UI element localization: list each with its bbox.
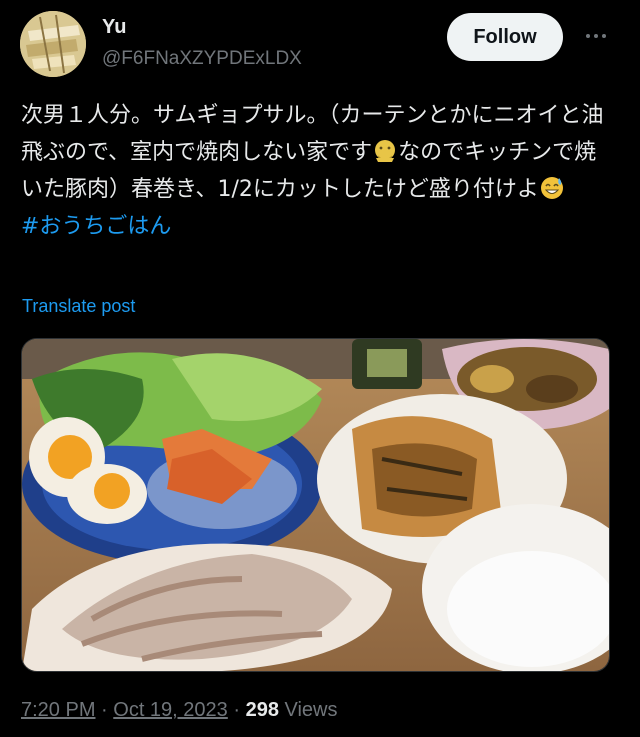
views-count: 298: [245, 699, 279, 721]
author-handle[interactable]: @F6FNaXZYPDExLDX: [102, 48, 302, 70]
views-label: Views: [278, 699, 338, 721]
nauseated-face-emoji: [375, 140, 396, 162]
author-name[interactable]: Yu: [102, 16, 126, 39]
more-options-icon[interactable]: [579, 22, 613, 50]
post-time[interactable]: 7:20 PM: [21, 699, 95, 721]
avatar-image: [20, 11, 86, 77]
translate-post-link[interactable]: Translate post: [22, 296, 135, 317]
post-header: Yu @F6FNaXZYPDExLDX Follow: [0, 0, 640, 80]
sweat-smile-emoji: [540, 177, 563, 199]
post-date[interactable]: Oct 19, 2023: [113, 699, 228, 721]
post-text: 次男１人分。サムギョプサル。（カーテンとかにニオイと油飛ぶので、室内で焼肉しない…: [21, 97, 617, 245]
meta-separator-2: ·: [227, 699, 246, 721]
hashtag-link[interactable]: #おうちごはん: [21, 214, 171, 239]
post-meta: 7:20 PM · Oct 19, 2023 · 298 Views: [21, 699, 338, 722]
meta-separator: ·: [95, 699, 114, 721]
food-photo: [22, 339, 609, 671]
post-image[interactable]: [21, 338, 610, 672]
follow-button[interactable]: Follow: [447, 13, 563, 61]
avatar[interactable]: [20, 11, 86, 77]
